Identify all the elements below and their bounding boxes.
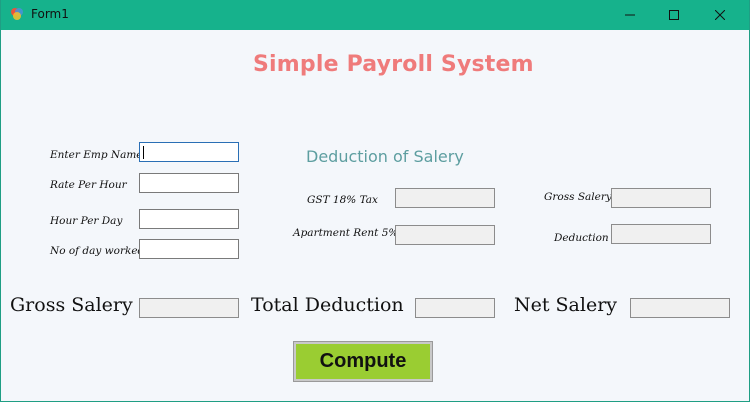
rate-per-hour-input[interactable] bbox=[139, 173, 239, 193]
days-worked-input[interactable] bbox=[139, 239, 239, 259]
app-icon bbox=[9, 6, 25, 22]
emp-name-input[interactable] bbox=[139, 142, 239, 162]
gst-tax-label: GST 18% Tax bbox=[307, 194, 378, 206]
rate-per-hour-label: Rate Per Hour bbox=[50, 179, 127, 191]
emp-name-label: Enter Emp Name bbox=[50, 149, 143, 161]
days-worked-label: No of day worked bbox=[50, 245, 145, 257]
apartment-rent-label: Apartment Rent 5% bbox=[293, 227, 399, 239]
net-salery-field[interactable] bbox=[630, 298, 730, 318]
gross-salery-field[interactable] bbox=[139, 298, 239, 318]
hour-per-day-label: Hour Per Day bbox=[50, 215, 123, 227]
window-title: Form1 bbox=[31, 7, 69, 21]
form1-window: Form1 Simple Payroll System Enter Emp Na… bbox=[0, 0, 750, 402]
hour-per-day-input[interactable] bbox=[139, 209, 239, 229]
deduction-gross-salery-label: Gross Salery bbox=[544, 191, 612, 203]
deduction-field[interactable] bbox=[611, 224, 711, 244]
title-bar[interactable]: Form1 bbox=[1, 0, 749, 30]
deduction-gross-salery-field[interactable] bbox=[611, 188, 711, 208]
close-icon bbox=[715, 10, 725, 20]
close-button[interactable] bbox=[697, 0, 743, 30]
deduction-label: Deduction bbox=[554, 232, 609, 244]
maximize-icon bbox=[669, 10, 679, 20]
minimize-icon bbox=[625, 10, 635, 20]
minimize-button[interactable] bbox=[607, 0, 653, 30]
gross-salery-label: Gross Salery bbox=[10, 294, 133, 316]
maximize-button[interactable] bbox=[651, 0, 697, 30]
apartment-rent-field[interactable] bbox=[395, 225, 495, 245]
total-deduction-field[interactable] bbox=[415, 298, 495, 318]
text-caret bbox=[143, 146, 144, 159]
total-deduction-label: Total Deduction bbox=[251, 294, 404, 316]
compute-button[interactable]: Compute bbox=[293, 341, 433, 382]
page-title: Simple Payroll System bbox=[253, 52, 534, 77]
net-salery-label: Net Salery bbox=[514, 294, 618, 316]
gst-tax-field[interactable] bbox=[395, 188, 495, 208]
deduction-section-title: Deduction of Salery bbox=[306, 147, 464, 166]
